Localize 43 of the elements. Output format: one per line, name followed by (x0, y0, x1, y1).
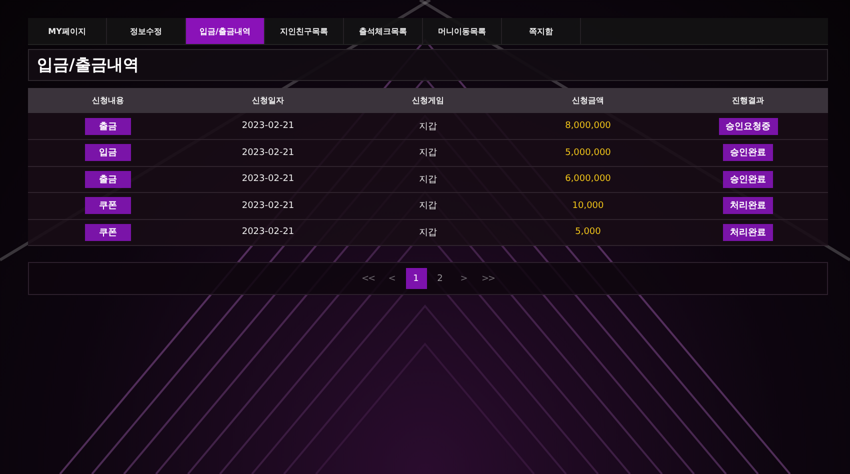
page-link[interactable]: 2 (430, 268, 450, 289)
type-badge: 쿠폰 (85, 197, 131, 214)
type-badge: 출금 (85, 170, 131, 188)
game-cell: 지갑 (419, 228, 437, 238)
next-page-link[interactable]: > (454, 268, 474, 289)
amount-cell: 5,000,000 (565, 148, 611, 158)
date-cell: 2023-02-21 (242, 227, 294, 238)
column-header: 신청일자 (188, 88, 348, 113)
game-cell: 지갑 (419, 148, 437, 158)
nav-tab[interactable]: 지인친구목록 (265, 18, 344, 44)
column-header: 진행결과 (668, 88, 828, 113)
status-badge: 승인요청중 (718, 118, 778, 134)
amount-cell: 5,000 (575, 227, 601, 238)
previous-page-link[interactable]: < (382, 268, 402, 289)
status-badge: 승인완료 (723, 144, 773, 162)
nav-tab[interactable]: 쪽지함 (502, 18, 581, 44)
status-badge: 처리완료 (723, 197, 773, 214)
status-badge: 처리완료 (723, 224, 773, 241)
type-badge: 쿠폰 (85, 224, 131, 241)
date-cell: 2023-02-21 (242, 121, 294, 131)
amount-cell: 6,000,000 (565, 174, 611, 184)
date-cell: 2023-02-21 (242, 200, 294, 211)
game-cell: 지갑 (419, 201, 437, 212)
column-header: 신청금액 (508, 88, 668, 113)
amount-cell: 10,000 (572, 200, 604, 211)
type-badge: 입금 (85, 144, 131, 162)
first-page-link[interactable]: << (358, 268, 378, 289)
page-title: 입금/출금내역 (37, 54, 139, 76)
page-link[interactable]: 1 (406, 268, 426, 289)
nav-tab[interactable]: 입금/출금내역 (186, 18, 265, 44)
status-badge: 승인완료 (723, 170, 773, 188)
last-page-link[interactable]: >> (478, 268, 498, 289)
column-header: 신청게임 (348, 88, 508, 113)
game-cell: 지갑 (419, 174, 437, 185)
amount-cell: 8,000,000 (565, 121, 611, 131)
nav-tab[interactable]: 머니이동목록 (423, 18, 502, 44)
game-cell: 지갑 (419, 122, 437, 132)
date-cell: 2023-02-21 (242, 148, 294, 158)
column-header: 신청내용 (28, 88, 188, 113)
nav-tab[interactable]: MY페이지 (28, 18, 107, 44)
date-cell: 2023-02-21 (242, 174, 294, 184)
type-badge: 출금 (85, 118, 131, 134)
nav-tab[interactable]: 출석체크목록 (344, 18, 423, 44)
